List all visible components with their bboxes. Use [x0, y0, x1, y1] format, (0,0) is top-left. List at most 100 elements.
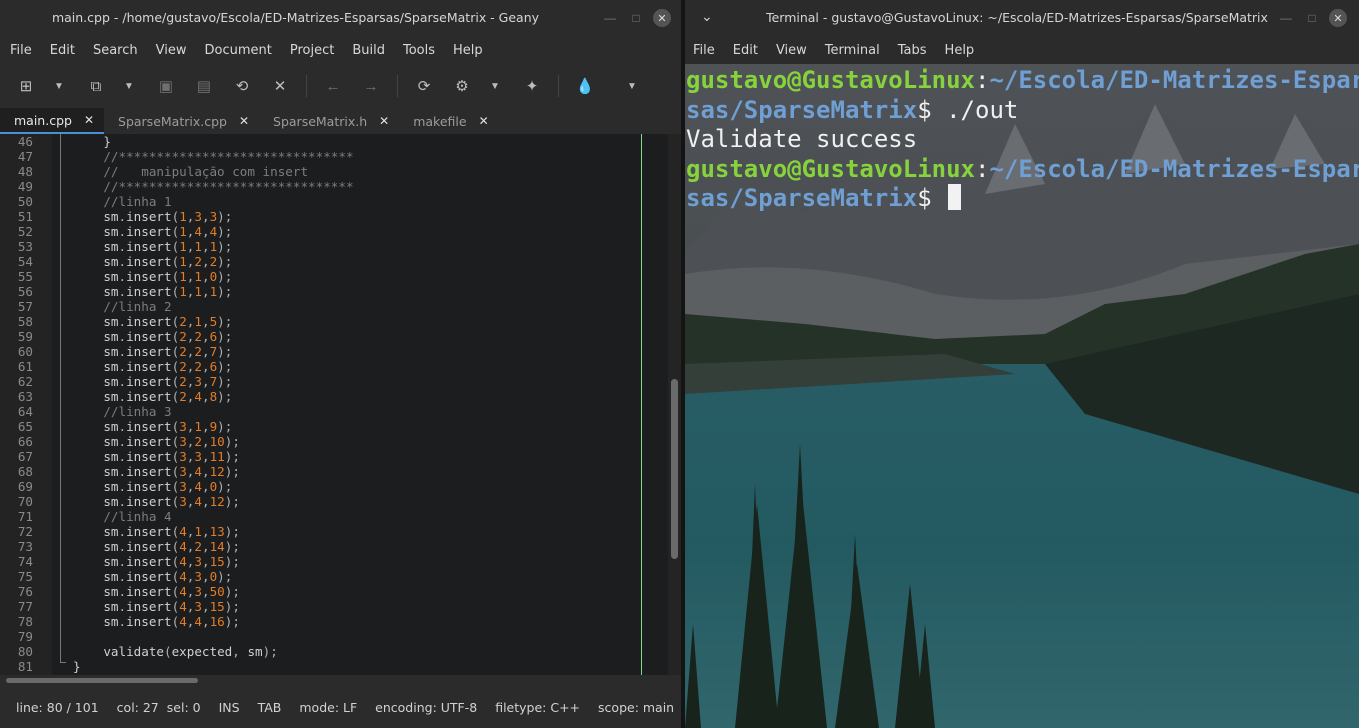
new-file-icon[interactable]: ⊞	[14, 74, 38, 98]
tab-close-icon[interactable]: ✕	[239, 114, 249, 128]
color-picker-icon[interactable]: 💧	[573, 74, 597, 98]
code-text: sm.insert(4,2,14);	[73, 539, 240, 554]
code-line: 72 sm.insert(4,1,13);	[0, 524, 680, 539]
menu-build[interactable]: Build	[352, 43, 394, 58]
menu-file[interactable]: File	[10, 43, 41, 58]
code-line: 52 sm.insert(1,4,4);	[0, 224, 680, 239]
code-text: sm.insert(3,1,9);	[73, 419, 233, 434]
code-line: 54 sm.insert(1,2,2);	[0, 254, 680, 269]
menu-help[interactable]: Help	[945, 43, 984, 58]
code-text: sm.insert(3,2,10);	[73, 434, 240, 449]
toolbar-separator	[397, 75, 398, 97]
scrollbar-thumb[interactable]	[6, 678, 198, 683]
code-lines: 46 } 47 //*******************************…	[0, 134, 680, 674]
prompt-path: ~/Escola/ED-Matrizes-Espar	[989, 66, 1359, 94]
menu-tools[interactable]: Tools	[403, 43, 444, 58]
code-text: //*******************************	[73, 149, 354, 164]
status-bar: line: 80 / 101 col: 27 sel: 0 INS TAB mo…	[0, 686, 681, 728]
line-number: 60	[17, 344, 33, 359]
status-line: line: 80 / 101	[16, 699, 99, 715]
vertical-scrollbar[interactable]	[668, 134, 681, 675]
code-line: 64 //linha 3	[0, 404, 680, 419]
prompt-separator: :	[974, 66, 990, 94]
tab-main-cpp[interactable]: main.cpp ✕	[0, 108, 105, 134]
menu-view[interactable]: View	[156, 43, 196, 58]
back-icon[interactable]: ←	[321, 74, 345, 98]
line-number: 58	[17, 314, 33, 329]
code-text: sm.insert(4,3,15);	[73, 599, 240, 614]
code-text: }	[73, 659, 81, 674]
toolbar-separator	[306, 75, 307, 97]
menu-view[interactable]: View	[776, 43, 816, 58]
line-number: 62	[17, 374, 33, 389]
code-text: validate(expected, sm);	[73, 644, 278, 659]
menu-edit[interactable]: Edit	[50, 43, 84, 58]
tab-sparsematrix-h[interactable]: SparseMatrix.h ✕	[259, 108, 399, 134]
new-file-dropdown-icon[interactable]: ▼	[52, 74, 66, 98]
execute-icon[interactable]: ✦	[520, 74, 544, 98]
open-file-dropdown-icon[interactable]: ▼	[122, 74, 136, 98]
save-all-icon[interactable]: ▤	[192, 74, 216, 98]
menu-tabs[interactable]: Tabs	[898, 43, 936, 58]
build-dropdown-icon[interactable]: ▼	[488, 74, 502, 98]
line-number: 64	[17, 404, 33, 419]
command-text: ./out	[931, 95, 1019, 124]
close-file-icon[interactable]: ✕	[268, 74, 292, 98]
menu-search[interactable]: Search	[93, 43, 147, 58]
line-number: 61	[17, 359, 33, 374]
tab-sparsematrix-cpp[interactable]: SparseMatrix.cpp ✕	[104, 108, 259, 134]
code-text: sm.insert(2,3,7);	[73, 374, 233, 389]
menu-document[interactable]: Document	[204, 43, 280, 58]
line-number: 69	[17, 479, 33, 494]
terminal-titlebar[interactable]: ⌄ Terminal - gustavo@GustavoLinux: ~/Esc…	[685, 0, 1359, 36]
terminal-body[interactable]: gustavo@GustavoLinux:~/Escola/ED-Matrize…	[685, 64, 1359, 728]
code-line: 70 sm.insert(3,4,12);	[0, 494, 680, 509]
close-window-icon[interactable]: ✕	[1329, 9, 1347, 27]
code-line: 48 // manipulação com insert	[0, 164, 680, 179]
code-line: 55 sm.insert(1,1,0);	[0, 269, 680, 284]
geany-titlebar[interactable]: main.cpp - /home/gustavo/Escola/ED-Matri…	[0, 0, 681, 36]
menu-file[interactable]: File	[693, 43, 724, 58]
status-filetype: filetype: C++	[495, 699, 581, 715]
code-text: sm.insert(3,3,11);	[73, 449, 240, 464]
tab-close-icon[interactable]: ✕	[479, 114, 489, 128]
revert-icon[interactable]: ⟲	[230, 74, 254, 98]
close-window-icon[interactable]: ✕	[653, 9, 671, 27]
line-number: 47	[17, 149, 33, 164]
tab-makefile[interactable]: makefile ✕	[399, 108, 498, 134]
code-text: sm.insert(2,1,5);	[73, 314, 233, 329]
tab-close-icon[interactable]: ✕	[84, 113, 94, 127]
open-file-icon[interactable]: ⧉	[84, 74, 108, 98]
maximize-icon[interactable]: □	[1303, 9, 1321, 27]
maximize-icon[interactable]: □	[627, 9, 645, 27]
code-text: sm.insert(2,2,6);	[73, 329, 233, 344]
horizontal-scrollbar[interactable]	[0, 675, 681, 685]
terminal-window: ⌄ Terminal - gustavo@GustavoLinux: ~/Esc…	[685, 0, 1359, 728]
scrollbar-thumb[interactable]	[671, 379, 678, 559]
minimize-icon[interactable]: —	[1277, 9, 1295, 27]
line-number: 55	[17, 269, 33, 284]
build-gear-icon[interactable]: ⚙	[450, 74, 474, 98]
line-number: 49	[17, 179, 33, 194]
menu-terminal[interactable]: Terminal	[825, 43, 889, 58]
code-text: //linha 3	[73, 404, 172, 419]
menu-project[interactable]: Project	[290, 43, 343, 58]
text-cursor	[948, 184, 962, 210]
terminal-window-title: Terminal - gustavo@GustavoLinux: ~/Escol…	[766, 10, 1268, 25]
code-text: sm.insert(3,4,0);	[73, 479, 233, 494]
terminal-menubar: File Edit View Terminal Tabs Help	[685, 36, 1359, 64]
minimize-icon[interactable]: —	[601, 9, 619, 27]
toolbar-overflow-dropdown-icon[interactable]: ▼	[625, 74, 639, 98]
code-text: sm.insert(2,4,8);	[73, 389, 233, 404]
code-line: 78 sm.insert(4,4,16);	[0, 614, 680, 629]
save-icon[interactable]: ▣	[154, 74, 178, 98]
code-editor[interactable]: 46 } 47 //*******************************…	[0, 134, 681, 675]
tab-close-icon[interactable]: ✕	[379, 114, 389, 128]
code-text: sm.insert(4,1,13);	[73, 524, 240, 539]
menu-help[interactable]: Help	[453, 43, 492, 58]
line-number: 56	[17, 284, 33, 299]
forward-icon[interactable]: →	[359, 74, 383, 98]
reload-icon[interactable]: ⟳	[412, 74, 436, 98]
menu-edit[interactable]: Edit	[733, 43, 767, 58]
code-line: 80 validate(expected, sm);	[0, 644, 680, 659]
